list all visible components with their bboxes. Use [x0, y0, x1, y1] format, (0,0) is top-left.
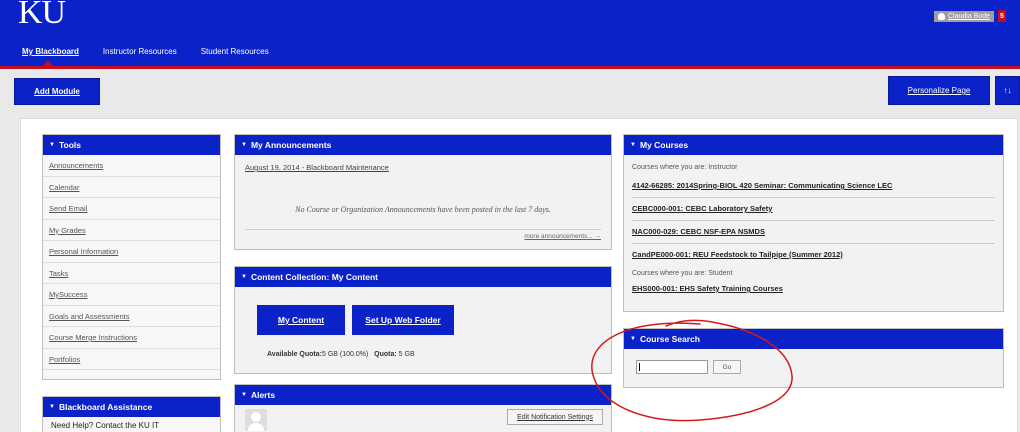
my-courses-title: My Courses: [639, 140, 689, 150]
tool-link-portfolios[interactable]: Portfolios: [43, 349, 220, 370]
reorder-icon[interactable]: ↑↓: [995, 76, 1020, 105]
tool-link-tasks[interactable]: Tasks: [43, 263, 220, 284]
avatar-icon: [245, 409, 267, 431]
assistance-title: Blackboard Assistance: [58, 402, 153, 412]
personalize-page-button[interactable]: Personalize Page: [888, 76, 990, 105]
edit-notification-settings-button[interactable]: Edit Notification Settings: [507, 409, 603, 425]
user-menu-button[interactable]: Claudia Bode: [933, 10, 994, 22]
more-announcements-link[interactable]: more announcements... →: [524, 233, 601, 240]
tool-link-send-email[interactable]: Send Email: [43, 198, 220, 220]
quota-label: Available Quota:: [267, 351, 322, 358]
content-collection-header[interactable]: ▼ Content Collection: My Content: [235, 267, 611, 287]
course-search-input[interactable]: [636, 360, 708, 374]
no-announcements-text: No Course or Organization Announcements …: [295, 205, 551, 214]
collapse-triangle-icon[interactable]: ▼: [630, 142, 636, 148]
content-collection-module: ▼ Content Collection: My Content My Cont…: [234, 266, 612, 374]
course-link[interactable]: EHS000-001: EHS Safety Training Courses: [632, 281, 995, 300]
collapse-triangle-icon[interactable]: ▼: [630, 336, 636, 342]
add-module-button[interactable]: Add Module: [14, 78, 100, 105]
course-link[interactable]: CandPE000-001: REU Feedstock to Tailpipe…: [632, 244, 995, 266]
my-courses-header[interactable]: ▼ My Courses: [624, 135, 1003, 155]
collapse-triangle-icon[interactable]: ▼: [49, 142, 55, 148]
top-header: KU My Blackboard Instructor Resources St…: [0, 0, 1020, 66]
course-link[interactable]: CEBC000-001: CEBC Laboratory Safety: [632, 198, 995, 221]
alerts-module: ▼ Alerts Edit Notification Settings: [234, 384, 612, 432]
set-up-web-folder-button[interactable]: Set Up Web Folder: [352, 305, 454, 335]
collapse-triangle-icon[interactable]: ▼: [241, 274, 247, 280]
announcement-link[interactable]: August 19, 2014 - Blackboard Maintenance: [235, 155, 611, 180]
header-divider: [0, 66, 1020, 69]
announcements-title: My Announcements: [250, 140, 332, 150]
course-link[interactable]: NAC000-029: CEBC NSF-EPA NSMDS: [632, 221, 995, 244]
content-collection-title: Content Collection: My Content: [250, 272, 378, 282]
top-nav: My Blackboard Instructor Resources Stude…: [22, 47, 293, 56]
assistance-text: Need Help? Contact the KU IT: [51, 421, 160, 430]
collapse-triangle-icon[interactable]: ▼: [241, 392, 247, 398]
my-content-button[interactable]: My Content: [257, 305, 345, 335]
tool-link-announcements[interactable]: Announcements: [43, 155, 220, 177]
assistance-header[interactable]: ▼ Blackboard Assistance: [43, 397, 220, 417]
tab-student-resources[interactable]: Student Resources: [201, 47, 269, 56]
tool-link-personal-information[interactable]: Personal Information: [43, 241, 220, 263]
course-search-title: Course Search: [639, 334, 700, 344]
student-courses-label: Courses where you are: Student: [632, 270, 733, 277]
tool-link-mysuccess[interactable]: MySuccess: [43, 284, 220, 306]
tools-list: Announcements Calendar Send Email My Gra…: [43, 155, 220, 370]
course-search-header[interactable]: ▼ Course Search: [624, 329, 1003, 349]
tab-instructor-resources[interactable]: Instructor Resources: [103, 47, 177, 56]
ku-logo[interactable]: KU: [18, 0, 66, 32]
my-courses-module: ▼ My Courses Courses where you are: Inst…: [623, 134, 1004, 312]
instructor-courses-label: Courses where you are: Instructor: [632, 164, 738, 171]
course-search-go-button[interactable]: Go: [713, 360, 741, 374]
quota-info: Available Quota:5 GB (100.0%) Quota: 5 G…: [267, 351, 415, 358]
quota2-label: Quota:: [374, 351, 397, 358]
quota-value: 5 GB (100.0%): [321, 351, 369, 358]
tool-link-my-grades[interactable]: My Grades: [43, 220, 220, 241]
collapse-triangle-icon[interactable]: ▼: [241, 142, 247, 148]
announcements-divider: [245, 229, 601, 230]
tools-header[interactable]: ▼ Tools: [43, 135, 220, 155]
alerts-title: Alerts: [250, 390, 276, 400]
tools-module: ▼ Tools Announcements Calendar Send Emai…: [42, 134, 221, 380]
tab-my-blackboard[interactable]: My Blackboard: [22, 47, 79, 56]
user-icon: [937, 12, 945, 20]
tools-title: Tools: [58, 140, 81, 150]
quota2-value: 5 GB: [398, 351, 415, 358]
user-area: Claudia Bode 5: [933, 10, 1006, 22]
tool-link-course-merge[interactable]: Course Merge Instructions: [43, 327, 220, 349]
collapse-triangle-icon[interactable]: ▼: [49, 404, 55, 410]
course-search-module: ▼ Course Search Go: [623, 328, 1004, 388]
announcements-module: ▼ My Announcements August 19, 2014 - Bla…: [234, 134, 612, 250]
assistance-module: ▼ Blackboard Assistance Need Help? Conta…: [42, 396, 221, 432]
course-link[interactable]: 4142-66285: 2014Spring-BIOL 420 Seminar:…: [632, 175, 995, 198]
tool-link-calendar[interactable]: Calendar: [43, 177, 220, 198]
alerts-header[interactable]: ▼ Alerts: [235, 385, 611, 405]
user-name: Claudia Bode: [947, 12, 990, 20]
tool-link-goals[interactable]: Goals and Assessments: [43, 306, 220, 327]
notification-badge[interactable]: 5: [998, 10, 1006, 22]
announcements-header[interactable]: ▼ My Announcements: [235, 135, 611, 155]
